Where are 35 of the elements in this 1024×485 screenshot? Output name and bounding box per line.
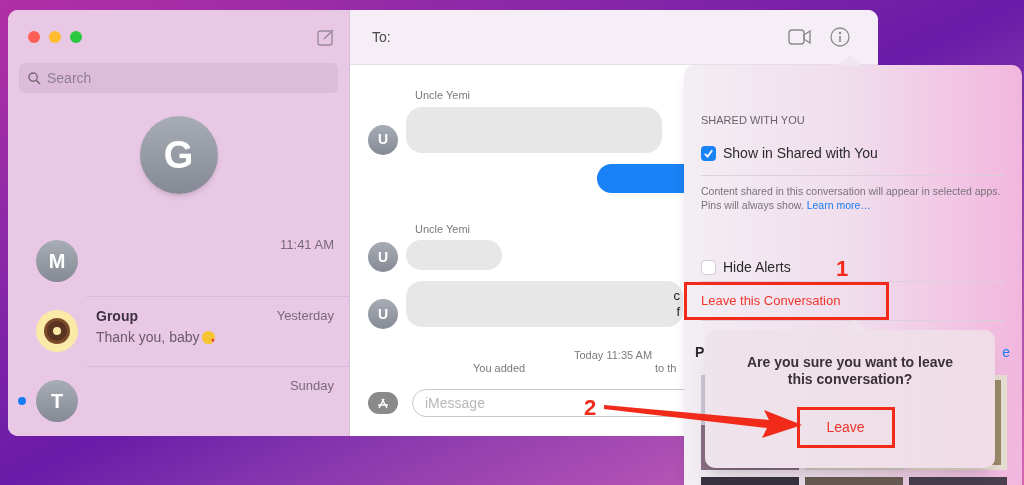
learn-more-link[interactable]: Learn more… (806, 198, 871, 211)
conversation-time: Sunday (289, 377, 334, 395)
search-field[interactable]: Search (19, 63, 338, 93)
sender-name: Uncle Yemi (415, 88, 472, 103)
conversation-time: 11:41 AM (280, 236, 334, 254)
to-label: To: (372, 27, 391, 47)
see-all-link[interactable]: e (1002, 341, 1010, 363)
section-title: SHARED WITH YOU (701, 113, 806, 128)
checkbox-label: Show in Shared with You (723, 143, 878, 163)
confirm-message: Are you sure you want to leave this conversation? (745, 354, 955, 388)
sender-avatar: U (368, 242, 398, 272)
checkbox-label: Hide Alerts (723, 257, 791, 277)
notice-text: You added (473, 361, 526, 376)
sender-avatar: U (368, 124, 398, 155)
message-text: c (673, 288, 680, 304)
timestamp: Today 11:35 AM (574, 348, 653, 363)
step-number: 1 (836, 258, 849, 280)
leave-conversation-button[interactable]: Leave this Conversation (684, 281, 889, 320)
pinned-avatar: G (139, 116, 218, 194)
contact-avatar: T (36, 380, 78, 422)
sender-name: Uncle Yemi (415, 221, 472, 237)
conversation-item[interactable]: T Sunday (8, 366, 349, 436)
conversation-item[interactable]: Group Yesterday Thank you, baby (8, 296, 349, 366)
description-text: Content shared in this conversation will appear in selected apps. Pins will always show. Learn more… (701, 183, 1002, 212)
message-preview: Thank you, baby (96, 328, 200, 347)
sender-avatar: U (368, 299, 398, 329)
contact-avatar: M (36, 240, 78, 282)
notice-text: to th (655, 361, 677, 376)
conversation-item[interactable]: M 11:41 AM (8, 226, 349, 296)
section-title: P (695, 342, 705, 362)
conversation-name: Group (96, 307, 138, 326)
message-text: f (676, 304, 680, 320)
step-number: 2 (584, 397, 597, 419)
leave-button[interactable]: Leave (796, 407, 895, 448)
conversation-time: Yesterday (276, 307, 334, 325)
